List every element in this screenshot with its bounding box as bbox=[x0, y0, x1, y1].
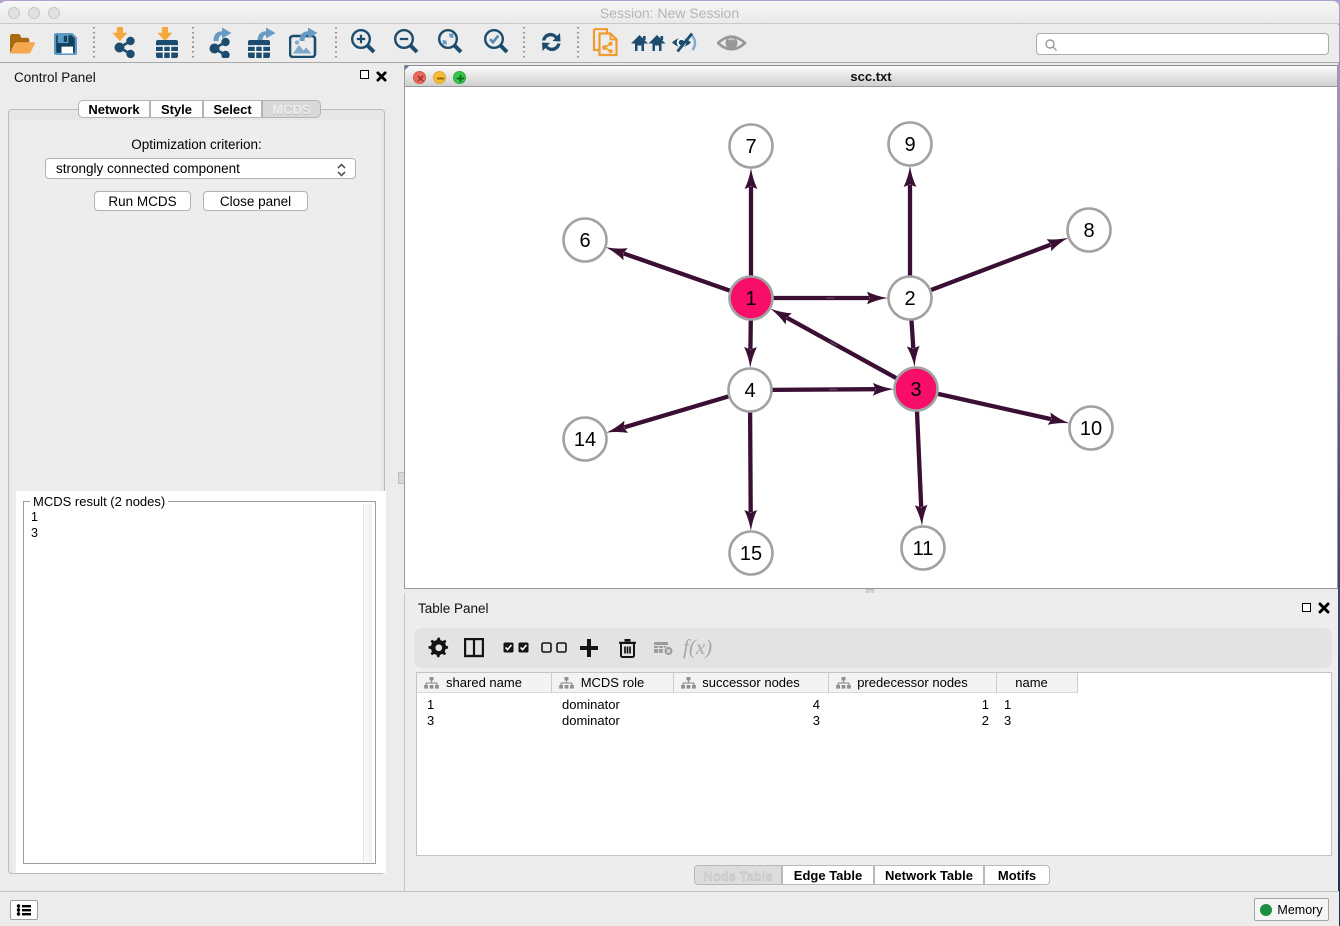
svg-text:9: 9 bbox=[904, 134, 915, 156]
svg-text:11: 11 bbox=[913, 538, 934, 560]
svg-text:1: 1 bbox=[745, 288, 756, 310]
svg-text:3: 3 bbox=[910, 379, 921, 401]
svg-text:14: 14 bbox=[574, 429, 596, 451]
svg-text:6: 6 bbox=[579, 230, 590, 252]
svg-text:15: 15 bbox=[740, 543, 762, 565]
svg-text:10: 10 bbox=[1080, 418, 1102, 440]
svg-text:7: 7 bbox=[745, 136, 756, 158]
svg-text:2: 2 bbox=[904, 288, 915, 310]
svg-text:4: 4 bbox=[744, 380, 755, 402]
svg-text:8: 8 bbox=[1083, 220, 1094, 242]
